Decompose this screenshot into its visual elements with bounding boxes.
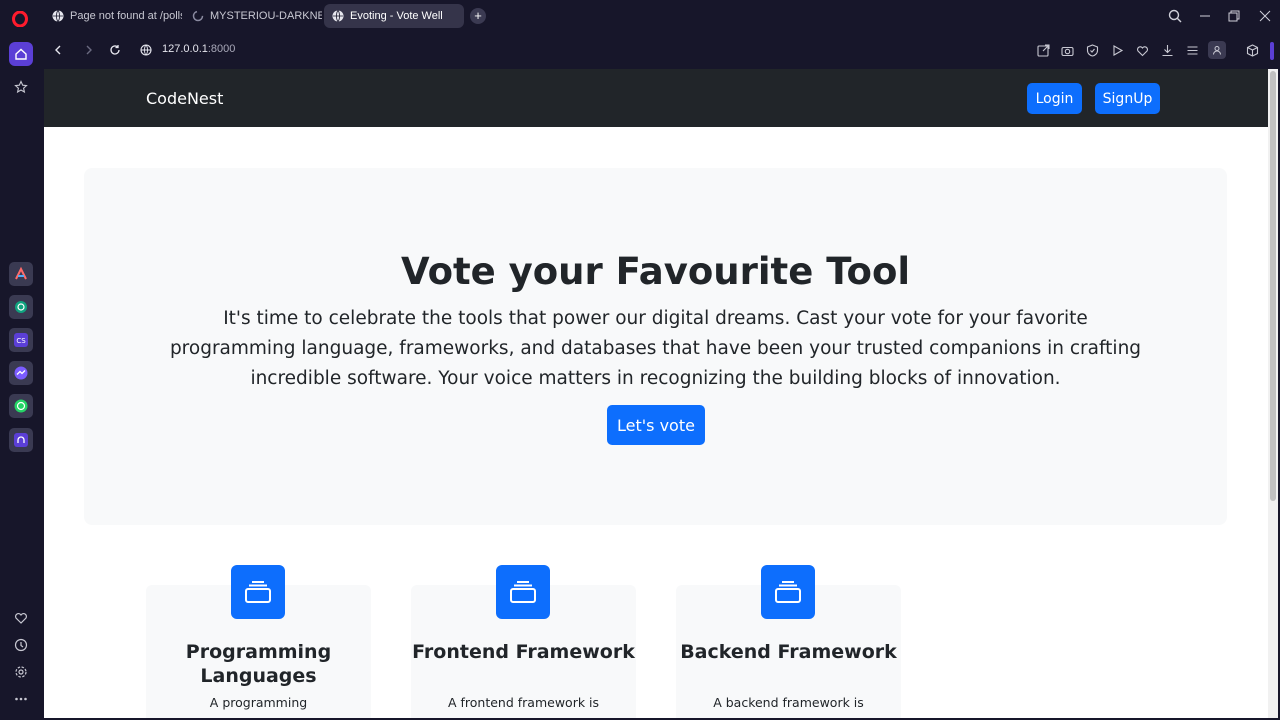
settings-gear-icon[interactable] bbox=[9, 660, 33, 684]
restore-icon[interactable] bbox=[1224, 6, 1244, 26]
hero-description: It's time to celebrate the tools that po… bbox=[169, 308, 1142, 389]
reload-icon[interactable] bbox=[105, 40, 125, 60]
easy-setup-menu-icon[interactable] bbox=[1183, 41, 1201, 59]
url-host: 127.0.0.1 bbox=[162, 43, 208, 55]
svg-text:CS: CS bbox=[16, 337, 26, 345]
tab-page-not-found[interactable]: Page not found at /polls/8 bbox=[44, 4, 182, 28]
chatsonic-icon[interactable]: CS bbox=[9, 328, 33, 352]
player-play-icon[interactable] bbox=[1108, 41, 1126, 59]
collection-icon bbox=[496, 565, 550, 619]
more-icon[interactable] bbox=[9, 687, 33, 711]
whatsapp-icon[interactable] bbox=[9, 394, 33, 418]
site-info-globe-icon[interactable] bbox=[136, 40, 156, 60]
download-icon[interactable] bbox=[1158, 41, 1176, 59]
card-text: A programming bbox=[209, 695, 308, 710]
tab-github[interactable]: MYSTERIOU-DARKNESS/Vo bbox=[184, 4, 322, 28]
card-text: A frontend framework is bbox=[447, 695, 600, 710]
loading-spinner-icon bbox=[192, 10, 204, 22]
tab-title: Page not found at /polls/8 bbox=[70, 10, 182, 22]
chatgpt-icon[interactable] bbox=[9, 295, 33, 319]
history-icon[interactable] bbox=[9, 633, 33, 657]
bookmark-heart-icon[interactable] bbox=[1133, 41, 1151, 59]
tab-title: MYSTERIOU-DARKNESS/Vo bbox=[210, 10, 322, 22]
messenger-icon[interactable] bbox=[9, 361, 33, 385]
adblock-shield-icon[interactable] bbox=[1083, 41, 1101, 59]
send-to-icon[interactable] bbox=[1034, 41, 1052, 59]
close-icon[interactable] bbox=[1255, 6, 1275, 26]
tab-title: Evoting - Vote Well bbox=[350, 10, 443, 22]
back-icon[interactable] bbox=[48, 40, 68, 60]
browser-sidebar: CS bbox=[0, 32, 42, 720]
site-brand[interactable]: CodeNest bbox=[146, 89, 223, 108]
card-title: Frontend Framework bbox=[412, 641, 635, 663]
collection-icon bbox=[761, 565, 815, 619]
snapshot-camera-icon[interactable] bbox=[1058, 41, 1076, 59]
url-field[interactable]: 127.0.0.1:8000 bbox=[162, 43, 235, 55]
hero-section: Vote your Favourite Tool It's time to ce… bbox=[84, 168, 1227, 525]
address-bar: 127.0.0.1:8000 bbox=[42, 32, 1280, 68]
url-port: :8000 bbox=[207, 43, 236, 55]
pinboards-icon[interactable] bbox=[9, 75, 33, 99]
card-text: A backend framework is bbox=[713, 695, 864, 710]
site-navbar: CodeNest Login SignUp bbox=[44, 69, 1268, 127]
minimize-icon[interactable] bbox=[1195, 6, 1215, 26]
page-viewport: CodeNest Login SignUp Vote your Favourit… bbox=[44, 69, 1268, 718]
search-tabs-icon[interactable] bbox=[1165, 6, 1185, 26]
card-title: Programming Languages bbox=[185, 641, 332, 687]
scrollbar-thumb[interactable] bbox=[1270, 71, 1276, 501]
collection-icon bbox=[231, 565, 285, 619]
forward-icon[interactable] bbox=[79, 40, 99, 60]
tab-evoting[interactable]: Evoting - Vote Well bbox=[324, 4, 464, 28]
lets-vote-button[interactable]: Let's vote bbox=[607, 405, 705, 445]
home-icon[interactable] bbox=[9, 42, 33, 66]
page-scrollbar[interactable] bbox=[1268, 69, 1278, 718]
aria-app-icon[interactable] bbox=[9, 262, 33, 286]
sidebar-accent-indicator bbox=[1270, 42, 1274, 60]
hero-title: Vote your Favourite Tool bbox=[400, 250, 911, 293]
tab-bar: Page not found at /polls/8 MYSTERIOU-DAR… bbox=[0, 0, 1280, 32]
globe-icon bbox=[332, 10, 344, 22]
globe-icon bbox=[52, 10, 64, 22]
heart-icon[interactable] bbox=[9, 606, 33, 630]
extensions-cube-icon[interactable] bbox=[1243, 41, 1261, 59]
login-button[interactable]: Login bbox=[1027, 83, 1082, 114]
opera-logo-icon[interactable] bbox=[10, 9, 30, 29]
signup-button[interactable]: SignUp bbox=[1095, 83, 1160, 114]
new-tab-button[interactable]: + bbox=[470, 8, 486, 24]
profile-avatar-icon[interactable] bbox=[1208, 41, 1226, 59]
music-player-icon[interactable] bbox=[9, 428, 33, 452]
card-title: Backend Framework bbox=[680, 641, 897, 663]
